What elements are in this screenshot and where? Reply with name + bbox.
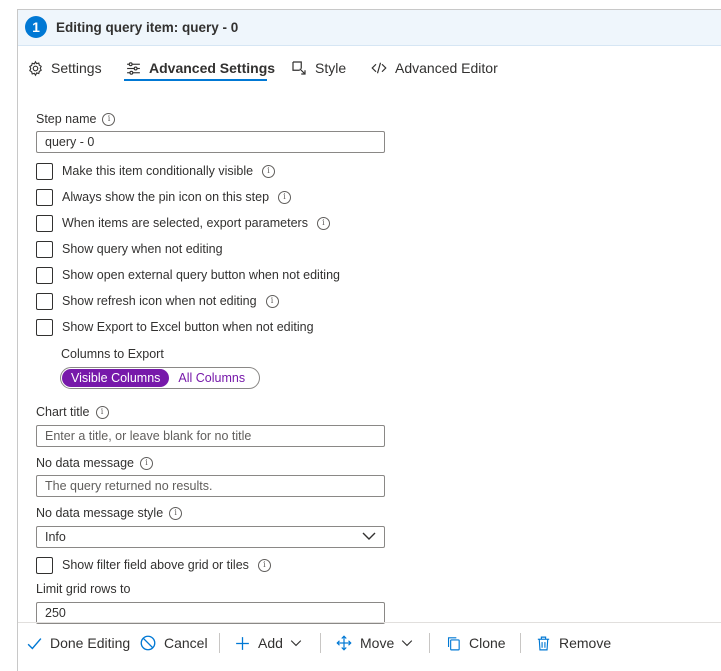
- chevron-down-icon: [290, 639, 302, 647]
- checkbox-label: Show open external query button when not…: [62, 268, 340, 282]
- tab-settings[interactable]: Settings: [26, 54, 102, 82]
- dropdown-value: Info: [45, 530, 66, 544]
- checkbox[interactable]: [36, 266, 53, 284]
- checkbox-label: When items are selected, export paramete…: [62, 216, 308, 230]
- chart-title-label-text: Chart title: [36, 405, 90, 419]
- checkbox[interactable]: [36, 214, 53, 232]
- no-data-style-dropdown[interactable]: Info: [36, 526, 385, 548]
- cancel-button[interactable]: Cancel: [139, 623, 208, 663]
- no-data-style-label-text: No data message style: [36, 506, 164, 520]
- checkbox-row-refresh-icon[interactable]: Show refresh icon when not editing i: [36, 291, 279, 311]
- checkbox-label: Show filter field above grid or tiles: [62, 558, 249, 572]
- active-tab-indicator: [124, 79, 267, 81]
- info-icon[interactable]: i: [102, 112, 116, 126]
- step-name-label: Step name i: [36, 112, 116, 126]
- checkbox[interactable]: [36, 162, 53, 180]
- add-button[interactable]: Add: [234, 623, 302, 663]
- tab-settings-label: Settings: [51, 60, 102, 76]
- checkbox[interactable]: [36, 188, 53, 206]
- checkbox-row-filter-field[interactable]: Show filter field above grid or tiles i: [36, 555, 271, 575]
- move-button[interactable]: Move: [335, 623, 413, 663]
- visible-columns-option[interactable]: Visible Columns: [62, 369, 170, 387]
- remove-label: Remove: [559, 635, 612, 651]
- clone-icon: [445, 635, 462, 652]
- chevron-down-icon: [401, 639, 413, 647]
- tab-advanced-settings-label: Advanced Settings: [149, 60, 276, 76]
- checkbox-row-export-excel[interactable]: Show Export to Excel button when not edi…: [36, 317, 314, 337]
- step-name-label-text: Step name: [36, 112, 97, 126]
- checkbox-label: Show query when not editing: [62, 242, 223, 256]
- style-icon: [290, 59, 308, 77]
- toolbar-divider: [320, 633, 321, 653]
- checkbox-label: Always show the pin icon on this step: [62, 190, 270, 204]
- checkbox-row-external-query[interactable]: Show open external query button when not…: [36, 265, 340, 285]
- checkbox-label: Make this item conditionally visible: [62, 164, 254, 178]
- tab-style[interactable]: Style: [290, 54, 346, 82]
- toolbar-divider: [520, 633, 521, 653]
- no-data-message-label: No data message i: [36, 456, 153, 470]
- done-editing-button[interactable]: Done Editing: [26, 623, 130, 663]
- add-label: Add: [258, 635, 283, 651]
- info-icon[interactable]: i: [257, 558, 271, 572]
- gear-icon: [26, 59, 44, 77]
- step-number-badge: 1: [25, 16, 47, 38]
- columns-to-export-toggle: Visible Columns All Columns: [60, 367, 260, 389]
- checkbox[interactable]: [36, 240, 53, 258]
- checkbox[interactable]: [36, 292, 53, 310]
- step-name-input[interactable]: [36, 131, 385, 153]
- checkbox[interactable]: [36, 556, 53, 574]
- clone-label: Clone: [469, 635, 506, 651]
- all-columns-option[interactable]: All Columns: [169, 369, 254, 387]
- info-icon[interactable]: i: [95, 405, 109, 419]
- toolbar-divider: [219, 633, 220, 653]
- no-data-message-label-text: No data message: [36, 456, 134, 470]
- panel-title: Editing query item: query - 0: [56, 20, 239, 35]
- info-icon[interactable]: i: [169, 506, 183, 520]
- checkbox-row-pin-icon[interactable]: Always show the pin icon on this step i: [36, 187, 292, 207]
- no-data-message-input[interactable]: [36, 475, 385, 497]
- checkbox-row-show-query[interactable]: Show query when not editing: [36, 239, 223, 259]
- code-icon: [370, 59, 388, 77]
- chart-title-label: Chart title i: [36, 405, 109, 419]
- done-editing-label: Done Editing: [50, 635, 131, 651]
- limit-rows-input[interactable]: [36, 602, 385, 624]
- remove-button[interactable]: Remove: [535, 623, 611, 663]
- clone-button[interactable]: Clone: [445, 623, 506, 663]
- info-icon[interactable]: i: [265, 294, 279, 308]
- plus-icon: [234, 635, 251, 652]
- tab-advanced-editor-label: Advanced Editor: [395, 60, 498, 76]
- info-icon[interactable]: i: [278, 190, 292, 204]
- columns-to-export-label: Columns to Export: [61, 347, 164, 361]
- chevron-down-icon: [362, 530, 376, 544]
- cancel-label: Cancel: [164, 635, 208, 651]
- info-icon[interactable]: i: [262, 164, 276, 178]
- checkbox-row-conditional-visible[interactable]: Make this item conditionally visible i: [36, 161, 276, 181]
- checkbox-label: Show Export to Excel button when not edi…: [62, 320, 314, 334]
- move-label: Move: [360, 635, 395, 651]
- cancel-icon: [139, 634, 157, 652]
- toolbar-divider: [429, 633, 430, 653]
- info-icon[interactable]: i: [316, 216, 330, 230]
- checkbox-label: Show refresh icon when not editing: [62, 294, 257, 308]
- tab-advanced-settings[interactable]: Advanced Settings: [124, 54, 275, 82]
- checkbox-row-export-parameters[interactable]: When items are selected, export paramete…: [36, 213, 330, 233]
- info-icon[interactable]: i: [139, 456, 153, 470]
- sliders-icon: [124, 59, 142, 77]
- limit-rows-label: Limit grid rows to: [36, 582, 131, 596]
- checkbox[interactable]: [36, 318, 53, 336]
- tab-style-label: Style: [315, 60, 347, 76]
- panel-header: 1 Editing query item: query - 0: [18, 10, 721, 46]
- no-data-style-label: No data message style i: [36, 506, 183, 520]
- chart-title-input[interactable]: [36, 425, 385, 447]
- move-icon: [335, 634, 353, 652]
- checkmark-icon: [26, 635, 43, 652]
- trash-icon: [535, 635, 552, 652]
- action-bar: Done Editing Cancel Add Move Clone Remov…: [18, 622, 721, 663]
- editor-panel: 1 Editing query item: query - 0 Settings…: [17, 9, 721, 671]
- tab-advanced-editor[interactable]: Advanced Editor: [370, 54, 498, 82]
